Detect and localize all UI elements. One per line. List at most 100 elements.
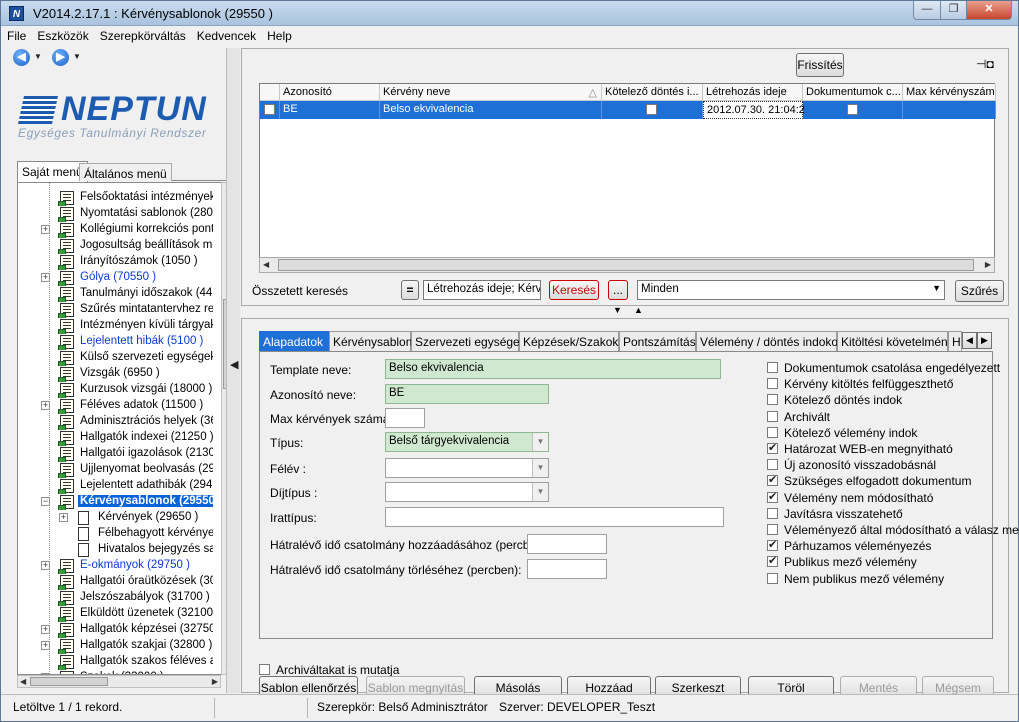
expand-icon[interactable]: +	[41, 561, 50, 570]
menu-tools[interactable]: Eszközök	[31, 26, 93, 43]
grid-header-created[interactable]: Létrehozás ideje	[703, 84, 803, 101]
grid-header-id[interactable]: Azonosító	[280, 84, 380, 101]
forward-arrow-icon[interactable]: ▶	[52, 49, 69, 66]
tree-item[interactable]: Szűrés mintatantervhez rende	[18, 302, 213, 318]
tree-item[interactable]: + Hallgatók képzései (32750 )	[18, 622, 213, 638]
option-checkbox[interactable]	[767, 554, 778, 568]
tab-trainings[interactable]: Képzések/Szakok	[519, 331, 619, 351]
file-type-input[interactable]	[385, 507, 724, 527]
tab-request-template[interactable]: Kérvénysablon	[329, 331, 412, 351]
menu-role-switch[interactable]: Szerepkörváltás	[94, 26, 191, 43]
tree-item[interactable]: Hivatalos bejegyzés sablo	[18, 542, 213, 558]
option-checkbox[interactable]	[767, 378, 778, 390]
back-dropdown-icon[interactable]: ▼	[34, 52, 42, 61]
semester-select[interactable]: ▼	[385, 458, 549, 478]
grid-horizontal-scrollbar[interactable]: ◀ ▶	[259, 257, 995, 273]
minimize-button[interactable]: —	[913, 1, 941, 20]
tree-item[interactable]: Jogosultság beállítások megte	[18, 238, 213, 254]
option-checkbox[interactable]	[767, 572, 778, 584]
grid-header-documents[interactable]: Dokumentumok c...	[803, 84, 903, 101]
tree-item[interactable]: Tanulmányi időszakok (4450	[18, 286, 213, 302]
collapse-left-icon[interactable]: ◀	[230, 358, 238, 371]
filter-button[interactable]: Szűrés	[955, 280, 1004, 302]
more-options-button[interactable]: ...	[608, 280, 628, 300]
archive-checkbox[interactable]	[259, 664, 270, 675]
option-checkbox[interactable]	[767, 426, 778, 438]
option-checkbox[interactable]	[767, 538, 778, 552]
chevron-down-icon[interactable]: ▼	[532, 433, 548, 451]
tab-more[interactable]: H	[948, 331, 962, 351]
delete-time-input[interactable]	[527, 559, 607, 579]
expand-down-icon[interactable]: ▼	[613, 305, 622, 315]
scroll-left-icon[interactable]: ◀	[263, 260, 269, 269]
collapse-icon[interactable]: −	[41, 497, 50, 506]
expand-icon[interactable]: +	[41, 401, 50, 410]
tree-item[interactable]: + Kollégiumi korrekciós pontok (	[18, 222, 213, 238]
option-checkbox[interactable]	[767, 490, 778, 503]
option-checkbox[interactable]	[767, 507, 778, 519]
expand-up-icon[interactable]: ▲	[634, 305, 643, 315]
tree-item[interactable]: − Kérvénysablonok (29550	[18, 494, 213, 510]
tree-item[interactable]: + Kérvények (29650 )	[18, 510, 213, 526]
search-button[interactable]: Keresés	[549, 280, 599, 300]
option-checkbox[interactable]	[767, 441, 778, 454]
close-button[interactable]: ✕	[966, 1, 1012, 20]
option-checkbox[interactable]	[767, 473, 778, 487]
tree-horizontal-scrollbar[interactable]: ◀ ▶	[17, 675, 221, 688]
table-row[interactable]: BE Belso ekvivalencia 2012.07.30. 21:04:…	[260, 101, 996, 119]
tree-item[interactable]: Felsőoktatási intézmények list	[18, 190, 213, 206]
scroll-thumb[interactable]	[30, 677, 108, 686]
horizontal-splitter[interactable]: ▼ ▲	[241, 305, 1009, 318]
scroll-right-icon[interactable]: ▶	[212, 677, 218, 686]
tree-item[interactable]: Félbehagyott kérvények (	[18, 526, 213, 542]
id-input[interactable]: BE	[385, 384, 549, 404]
tree-item[interactable]: Hallgatói óraütközések (3010	[18, 574, 213, 590]
tab-basic-data[interactable]: Alapadatok	[259, 331, 329, 351]
tree-item[interactable]: Hallgatók szakos féléves ada	[18, 654, 213, 670]
menu-tree[interactable]: Felsőoktatási intézmények list Nyomtatási…	[17, 182, 229, 675]
option-checkbox[interactable]	[767, 362, 778, 373]
menu-favorites[interactable]: Kedvencek	[191, 26, 261, 43]
tab-opinion-reasons[interactable]: Vélemény / döntés indokok	[696, 331, 844, 351]
back-arrow-icon[interactable]: ◀	[13, 49, 30, 66]
chevron-down-icon[interactable]: ▼	[532, 483, 548, 501]
max-requests-input[interactable]	[385, 408, 425, 428]
tree-item[interactable]: + Hallgatók szakjai (32800 )	[18, 638, 213, 654]
grid-header-name[interactable]: Kérvény neve △	[380, 84, 602, 101]
tab-scroll-right-icon[interactable]: ▶	[977, 332, 992, 349]
row-select-cell[interactable]	[260, 101, 280, 119]
tree-item[interactable]: Hallgatói igazolások (21300 )	[18, 446, 213, 462]
tree-item[interactable]: Lejelentett adathibák (29450	[18, 478, 213, 494]
tab-scoring[interactable]: Pontszámítás	[619, 331, 696, 351]
tree-item[interactable]: Ujjlenyomat beolvasás (29300	[18, 462, 213, 478]
tab-general-menu[interactable]: Általános menü	[79, 163, 172, 181]
tree-item[interactable]: Jelszószabályok (31700 )	[18, 590, 213, 606]
forward-dropdown-icon[interactable]: ▼	[73, 52, 81, 61]
tree-item[interactable]: + Féléves adatok (11500 )	[18, 398, 213, 414]
scroll-left-icon[interactable]: ◀	[20, 677, 26, 686]
fee-type-select[interactable]: ▼	[385, 482, 549, 502]
maximize-button[interactable]: ❐	[940, 1, 967, 20]
option-checkbox[interactable]	[767, 524, 778, 535]
tree-item[interactable]: + E-okmányok (29750 )	[18, 558, 213, 574]
expand-icon[interactable]: +	[41, 641, 50, 650]
refresh-button[interactable]: Frissítés	[796, 53, 844, 77]
attach-time-input[interactable]	[527, 534, 607, 554]
menu-file[interactable]: File	[1, 26, 31, 43]
option-checkbox[interactable]	[767, 394, 778, 406]
equals-button[interactable]: =	[401, 280, 419, 300]
type-select[interactable]: Belső tárgyekvivalencia ▼	[385, 432, 549, 452]
option-checkbox[interactable]	[767, 410, 778, 422]
expand-icon[interactable]: +	[59, 513, 68, 522]
tab-own-menu[interactable]: Saját menü	[17, 161, 88, 182]
grid-header-select[interactable]	[260, 84, 280, 101]
grid-header-mandatory-decision[interactable]: Kötelező döntés i...	[602, 84, 703, 101]
tree-item[interactable]: Elküldött üzenetek (32100 )	[18, 606, 213, 622]
option-checkbox[interactable]	[767, 459, 778, 471]
chevron-down-icon[interactable]: ▼	[532, 459, 548, 477]
tree-item[interactable]: Vizsgák (6950 )	[18, 366, 213, 382]
grid-header-max[interactable]: Max kérvényszám	[903, 84, 996, 101]
tab-fill-requirements[interactable]: Kitöltési követelmény	[837, 331, 954, 351]
expand-icon[interactable]: +	[41, 625, 50, 634]
scroll-right-icon[interactable]: ▶	[985, 260, 991, 269]
